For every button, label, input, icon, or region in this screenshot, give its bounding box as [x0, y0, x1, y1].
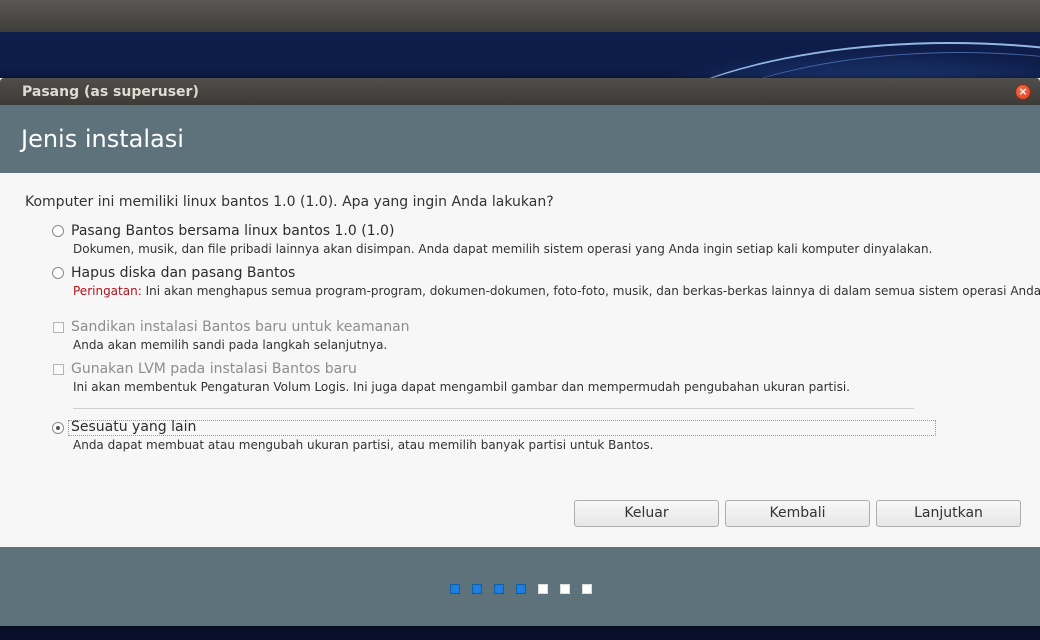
- option-lvm-label[interactable]: Gunakan LVM pada instalasi Bantos baru: [71, 361, 357, 377]
- progress-footer: [0, 547, 1040, 626]
- option-install-alongside-label[interactable]: Pasang Bantos bersama linux bantos 1.0 (…: [71, 223, 394, 239]
- checkbox-encrypt[interactable]: [53, 322, 64, 333]
- option-install-alongside-desc: Dokumen, musik, dan file pribadi lainnya…: [73, 242, 933, 256]
- quit-button[interactable]: Keluar: [574, 500, 719, 527]
- focus-outline: [68, 420, 936, 436]
- top-panel: [0, 0, 1040, 32]
- question-text: Komputer ini memiliki linux bantos 1.0 (…: [25, 194, 554, 210]
- radio-something-else[interactable]: [52, 422, 64, 434]
- radio-install-alongside[interactable]: [52, 225, 64, 237]
- option-encrypt-label[interactable]: Sandikan instalasi Bantos baru untuk kea…: [71, 319, 410, 335]
- page-title: Jenis instalasi: [21, 125, 184, 153]
- progress-step-dot: [560, 584, 570, 594]
- window-titlebar[interactable]: Pasang (as superuser) ×: [0, 78, 1040, 105]
- option-erase-disk-desc: Peringatan: Ini akan menghapus semua pro…: [73, 284, 1040, 298]
- close-icon[interactable]: ×: [1015, 84, 1031, 100]
- progress-step-dot: [516, 584, 526, 594]
- option-something-else-label[interactable]: Sesuatu yang lain: [71, 419, 196, 435]
- radio-erase-disk[interactable]: [52, 267, 64, 279]
- separator: [73, 408, 914, 409]
- checkbox-lvm[interactable]: [53, 364, 64, 375]
- window-title: Pasang (as superuser): [22, 83, 199, 100]
- option-erase-disk-label[interactable]: Hapus diska dan pasang Bantos: [71, 265, 295, 281]
- option-lvm-desc: Ini akan membentuk Pengaturan Volum Logi…: [73, 380, 850, 394]
- progress-step-dot: [494, 584, 504, 594]
- progress-step-dot: [582, 584, 592, 594]
- progress-step-dot: [538, 584, 548, 594]
- progress-step-dot: [450, 584, 460, 594]
- page-header: Jenis instalasi: [0, 105, 1040, 173]
- option-encrypt-desc: Anda akan memilih sandi pada langkah sel…: [73, 338, 388, 352]
- back-button[interactable]: Kembali: [725, 500, 870, 527]
- installation-type-panel: Komputer ini memiliki linux bantos 1.0 (…: [0, 173, 1040, 547]
- continue-button[interactable]: Lanjutkan: [876, 500, 1021, 527]
- warning-label: Peringatan:: [73, 284, 142, 298]
- installer-window: Pasang (as superuser) × Jenis instalasi …: [0, 78, 1040, 626]
- warning-text: Ini akan menghapus semua program-program…: [141, 284, 1040, 298]
- progress-step-dot: [472, 584, 482, 594]
- option-something-else-desc: Anda dapat membuat atau mengubah ukuran …: [73, 438, 654, 452]
